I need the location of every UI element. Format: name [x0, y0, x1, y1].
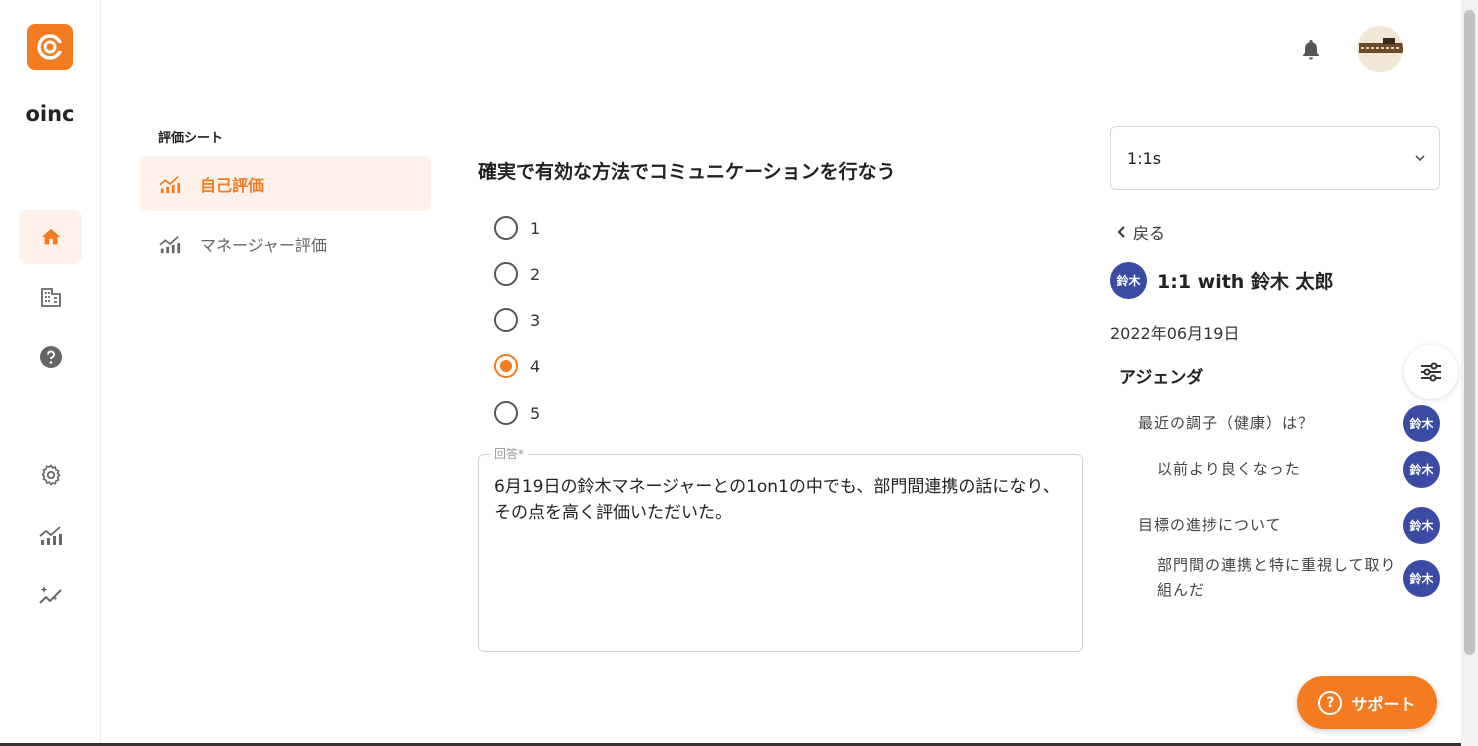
left-rail: oinc	[0, 0, 101, 746]
back-label: 戻る	[1133, 224, 1166, 243]
filter-icon	[1421, 362, 1441, 382]
chevron-left-icon	[1117, 226, 1125, 238]
user-avatar[interactable]	[1357, 26, 1403, 72]
nav-insights-button[interactable]	[19, 568, 82, 622]
help-icon: ?	[1318, 690, 1343, 715]
rating-option-1[interactable]: 1	[494, 215, 540, 241]
rating-option-4[interactable]: 4	[494, 353, 540, 379]
select-value: 1:1s	[1127, 148, 1162, 168]
help-icon	[39, 346, 62, 368]
chart-icon	[38, 526, 62, 545]
app-root: oinc 評価シート 自己評価 マネージャー評価 確実で有効な方法でコミュニケー…	[0, 0, 1478, 746]
sheet-item-manager-evaluation[interactable]: マネージャー評価	[139, 216, 431, 271]
agenda-reply[interactable]: 以前より良くなった	[1157, 457, 1301, 482]
brand-name: oinc	[25, 102, 75, 126]
sheet-section-title: 評価シート	[158, 131, 224, 146]
building-icon	[40, 288, 61, 307]
rating-option-label: 5	[530, 403, 541, 423]
logo-icon[interactable]	[27, 24, 73, 70]
question-title: 確実で有効な方法でコミュニケーションを行なう	[478, 161, 896, 183]
rating-option-5[interactable]: 5	[494, 400, 540, 426]
meeting-title: 1:1 with 鈴木 太郎	[1157, 271, 1334, 293]
support-button[interactable]: ? サポート	[1297, 676, 1437, 729]
nav-home-button[interactable]	[19, 210, 82, 264]
agenda-item-avatar: 鈴木	[1403, 507, 1440, 544]
nav-organization-button[interactable]	[19, 270, 82, 324]
meeting-avatar: 鈴木	[1110, 262, 1147, 299]
scrollbar[interactable]	[1461, 0, 1478, 746]
agenda-item[interactable]: 目標の進捗について	[1138, 513, 1282, 538]
notification-bell-button[interactable]	[1299, 37, 1323, 61]
filter-button[interactable]	[1404, 345, 1458, 399]
scrollbar-thumb[interactable]	[1464, 10, 1475, 655]
sheet-item-label: マネージャー評価	[200, 235, 327, 255]
radio-button-selected[interactable]	[494, 354, 518, 378]
support-label: サポート	[1351, 694, 1416, 714]
agenda-item-avatar: 鈴木	[1403, 405, 1440, 442]
home-icon	[41, 228, 60, 245]
agenda-item-avatar: 鈴木	[1403, 560, 1440, 597]
chart-icon	[159, 235, 181, 253]
back-link[interactable]: 戻る	[1116, 220, 1165, 244]
meeting-type-select[interactable]: 1:1s	[1110, 126, 1440, 190]
nav-help-button[interactable]	[19, 330, 82, 384]
radio-button[interactable]	[494, 262, 518, 286]
rating-option-label: 1	[530, 218, 541, 238]
rating-option-label: 3	[530, 310, 541, 330]
agenda-item-avatar: 鈴木	[1403, 451, 1440, 488]
answer-text[interactable]: 6月19日の鈴木マネージャーとの1on1の中でも、部門間連携の話になり、その点を…	[494, 474, 1064, 526]
nav-settings-button[interactable]	[19, 448, 82, 502]
sheet-item-label: 自己評価	[200, 175, 265, 195]
radio-button[interactable]	[494, 216, 518, 240]
radio-button[interactable]	[494, 401, 518, 425]
meeting-header: 鈴木 1:1 with 鈴木 太郎	[1110, 262, 1334, 299]
agenda-title: アジェンダ	[1119, 368, 1204, 388]
chevron-down-icon	[1415, 155, 1425, 162]
agenda-reply[interactable]: 部門間の連携と特に重視して取り組んだ	[1157, 553, 1397, 603]
gear-icon	[40, 464, 61, 486]
rating-option-3[interactable]: 3	[494, 307, 540, 333]
meeting-date: 2022年06月19日	[1110, 324, 1240, 343]
rating-option-label: 4	[530, 356, 541, 376]
agenda-item[interactable]: 最近の調子（健康）は？	[1138, 411, 1314, 436]
rating-option-2[interactable]: 2	[494, 261, 540, 287]
radio-button[interactable]	[494, 308, 518, 332]
answer-field-label: 回答*	[490, 445, 529, 462]
sparkle-chart-icon	[38, 586, 62, 604]
bell-icon	[1303, 40, 1319, 60]
rating-option-label: 2	[530, 264, 541, 284]
sheet-item-self-evaluation[interactable]: 自己評価	[139, 156, 431, 211]
chart-icon	[159, 175, 181, 193]
nav-evaluation-button[interactable]	[19, 508, 82, 562]
